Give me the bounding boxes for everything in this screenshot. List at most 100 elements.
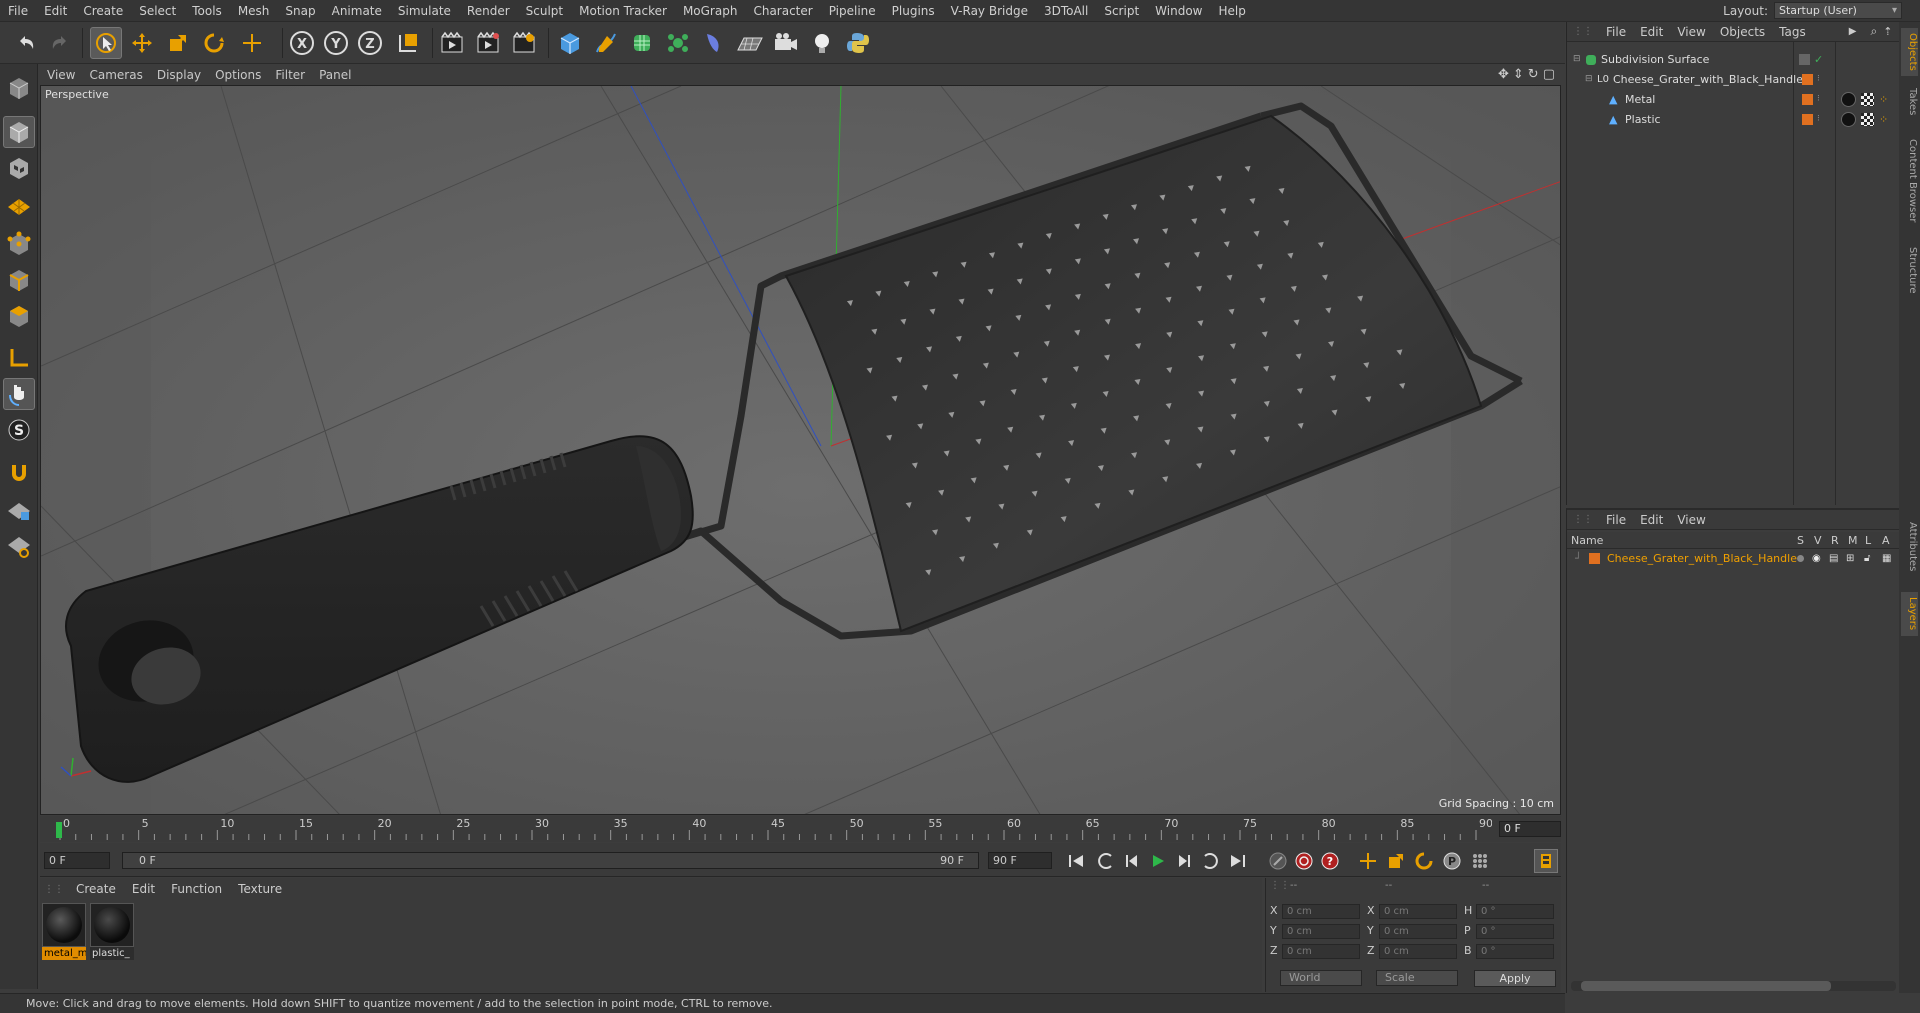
menu-vray-bridge[interactable]: V-Ray Bridge	[943, 0, 1036, 22]
render-to-picture-viewer-icon[interactable]	[472, 27, 504, 59]
material-menu-texture[interactable]: Texture	[230, 882, 290, 896]
solo-toggle-icon[interactable]	[1797, 555, 1804, 562]
pos-z-field[interactable]: 0 cm	[1282, 944, 1360, 959]
visibility-dots-icon[interactable]: ⁝	[1817, 90, 1820, 109]
collapse-toggle-icon[interactable]: ⊟	[1573, 50, 1581, 69]
menu-create[interactable]: Create	[75, 0, 131, 22]
make-editable-icon[interactable]	[3, 72, 35, 104]
x-axis-lock-icon[interactable]: X	[286, 27, 318, 59]
y-axis-lock-icon[interactable]: Y	[320, 27, 352, 59]
pen-spline-icon[interactable]	[590, 27, 622, 59]
planar-workplane-icon[interactable]	[3, 530, 35, 562]
object-menu-tags[interactable]: Tags	[1772, 25, 1813, 39]
cube-primitive-icon[interactable]	[554, 27, 586, 59]
render-view-icon[interactable]	[436, 27, 468, 59]
transform-tool-icon[interactable]	[236, 27, 268, 59]
timeline-ruler[interactable]: 0 5 10 15 20 25 30 35 40 45 50 55 60 65 70 75 80 85 90 0 F	[40, 816, 1561, 842]
python-script-icon[interactable]	[842, 27, 874, 59]
rotate-view-icon[interactable]: ↻	[1528, 67, 1539, 82]
edit-toggle-icon[interactable]	[1799, 54, 1810, 65]
pos-x-field[interactable]: 0 cm	[1282, 904, 1360, 919]
move-tool-icon[interactable]	[126, 27, 158, 59]
model-mode-icon[interactable]	[3, 116, 35, 148]
rot-h-field[interactable]: 0 °	[1476, 904, 1554, 919]
pan-view-icon[interactable]: ✥	[1498, 67, 1509, 82]
tweak-mode-icon[interactable]	[3, 378, 35, 410]
lock-toggle-icon[interactable]: 🔓︎	[1864, 550, 1870, 567]
go-to-end-icon[interactable]	[1226, 849, 1250, 873]
menu-select[interactable]: Select	[131, 0, 184, 22]
axis-mode-icon[interactable]	[3, 342, 35, 374]
layer-menu-file[interactable]: File	[1599, 513, 1633, 527]
viewport-menu-display[interactable]: Display	[150, 68, 208, 82]
workplane-mode-icon[interactable]	[3, 188, 35, 220]
animation-toggle-icon[interactable]: ▦	[1882, 550, 1891, 567]
dolly-view-icon[interactable]: ⇕	[1513, 67, 1524, 82]
scale-tool-icon[interactable]	[162, 27, 194, 59]
size-x-field[interactable]: 0 cm	[1379, 904, 1457, 919]
viewport-menu-panel[interactable]: Panel	[312, 68, 358, 82]
menu-snap[interactable]: Snap	[277, 0, 323, 22]
material-menu-edit[interactable]: Edit	[124, 882, 163, 896]
key-rotation-icon[interactable]	[1412, 849, 1436, 873]
viewport-menu-filter[interactable]: Filter	[268, 68, 312, 82]
object-menu-objects[interactable]: Objects	[1713, 25, 1772, 39]
enabled-check-icon[interactable]: ✓	[1814, 50, 1823, 69]
material-menu-create[interactable]: Create	[68, 882, 124, 896]
edges-mode-icon[interactable]	[3, 264, 35, 296]
timeline-window-icon[interactable]	[1534, 849, 1558, 873]
record-keys-icon[interactable]	[1266, 849, 1290, 873]
coordinate-space-dropdown[interactable]: World	[1280, 970, 1362, 986]
search-icon[interactable]: ⌕	[1870, 24, 1877, 39]
layer-menu-edit[interactable]: Edit	[1633, 513, 1670, 527]
tab-attributes[interactable]: Attributes	[1901, 512, 1918, 582]
more-menu-icon[interactable]: ▶	[1849, 26, 1857, 37]
play-forward-icon[interactable]	[1146, 849, 1170, 873]
visibility-dots-icon[interactable]: ⁝	[1817, 70, 1820, 89]
lock-workplane-icon[interactable]	[3, 494, 35, 526]
uvw-tag-icon[interactable]	[1861, 113, 1874, 126]
phong-tag-icon[interactable]: ⁘	[1879, 90, 1888, 109]
autokeying-icon[interactable]	[1292, 849, 1316, 873]
tab-objects[interactable]: Objects	[1901, 28, 1918, 76]
next-key-icon[interactable]	[1198, 849, 1222, 873]
z-axis-lock-icon[interactable]: Z	[354, 27, 386, 59]
object-row-metal[interactable]: ▲ Metal ⁝ ⁘	[1567, 90, 1900, 109]
phong-tag-icon[interactable]: ⁘	[1879, 110, 1888, 129]
frame-range-slider[interactable]: 0 F 90 F	[122, 852, 979, 869]
menu-sculpt[interactable]: Sculpt	[518, 0, 571, 22]
menu-mograph[interactable]: MoGraph	[675, 0, 746, 22]
layer-color-swatch[interactable]	[1589, 553, 1600, 564]
key-scale-icon[interactable]	[1384, 849, 1408, 873]
up-arrow-icon[interactable]: ⇡	[1883, 25, 1892, 38]
menu-script[interactable]: Script	[1096, 0, 1147, 22]
menu-edit[interactable]: Edit	[36, 0, 75, 22]
layer-row[interactable]: ┘ Cheese_Grater_with_Black_Handle ◉ ▤ ⊞ …	[1567, 550, 1900, 567]
material-tag-icon[interactable]	[1841, 112, 1856, 127]
key-point-level-icon[interactable]	[1468, 849, 1492, 873]
menu-animate[interactable]: Animate	[324, 0, 390, 22]
scrollbar-thumb[interactable]	[1581, 981, 1831, 991]
redo-icon[interactable]	[44, 27, 76, 59]
layer-color-tag[interactable]	[1802, 114, 1813, 125]
coordinate-system-icon[interactable]	[392, 27, 424, 59]
deformer-icon[interactable]	[698, 27, 730, 59]
menu-motion-tracker[interactable]: Motion Tracker	[571, 0, 675, 22]
maximize-view-icon[interactable]: ▢	[1543, 67, 1555, 82]
camera-icon[interactable]	[770, 27, 802, 59]
tab-structure[interactable]: Structure	[1901, 240, 1918, 300]
material-plastic[interactable]: plastic_	[90, 903, 134, 961]
menu-pipeline[interactable]: Pipeline	[821, 0, 884, 22]
next-frame-icon[interactable]	[1172, 849, 1196, 873]
polygons-mode-icon[interactable]	[3, 300, 35, 332]
layer-menu-view[interactable]: View	[1670, 513, 1712, 527]
menu-window[interactable]: Window	[1147, 0, 1210, 22]
menu-simulate[interactable]: Simulate	[390, 0, 459, 22]
rot-p-field[interactable]: 0 °	[1476, 924, 1554, 939]
menu-render[interactable]: Render	[459, 0, 518, 22]
light-icon[interactable]	[806, 27, 838, 59]
viewport-menu-cameras[interactable]: Cameras	[82, 68, 149, 82]
visibility-dots-icon[interactable]: ⁝	[1817, 110, 1820, 129]
size-mode-dropdown[interactable]: Scale	[1376, 970, 1458, 986]
object-row-plastic[interactable]: ▲ Plastic ⁝ ⁘	[1567, 110, 1900, 129]
